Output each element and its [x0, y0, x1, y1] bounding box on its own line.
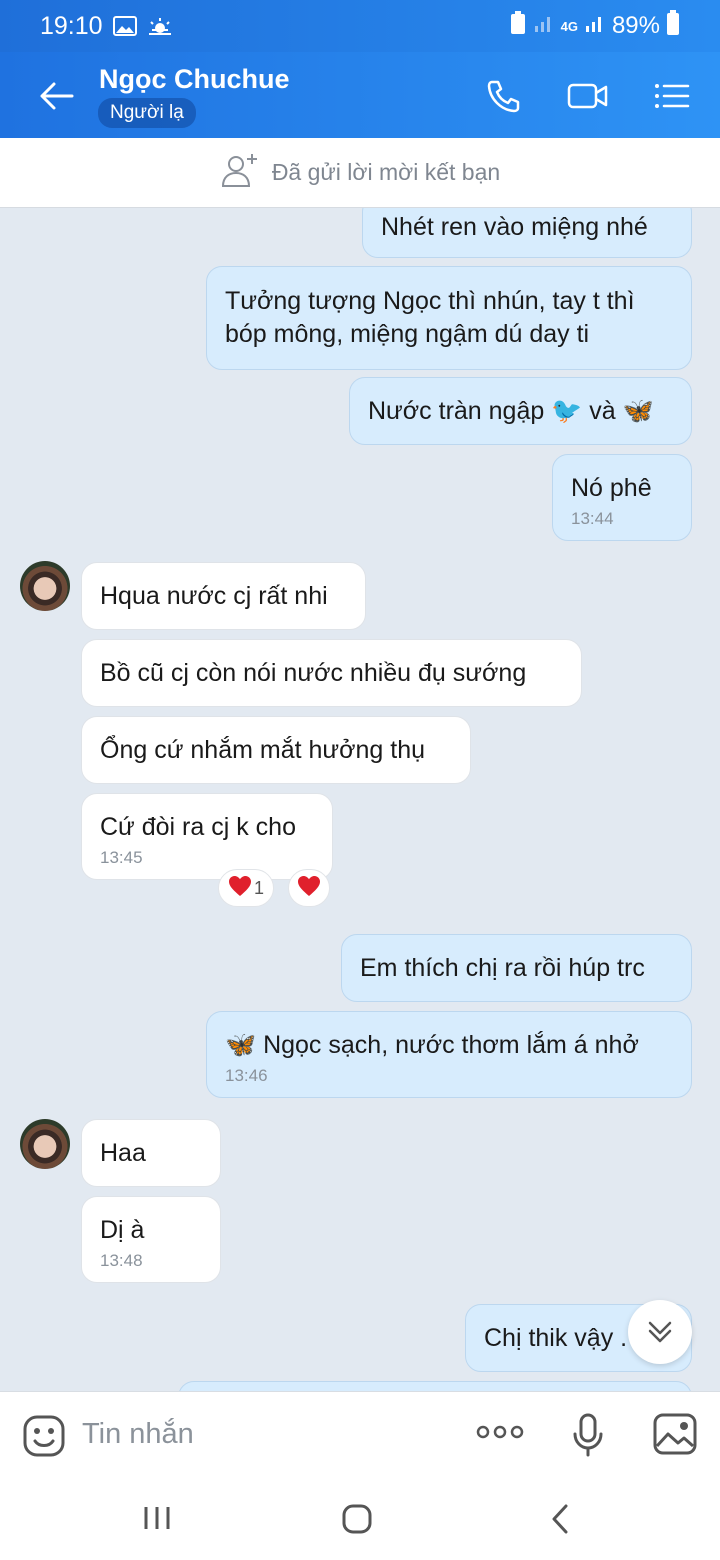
message-text: 🦋 Ngọc sạch, nước thơm lắm á nhở [225, 1031, 639, 1059]
message-text: Em thích chị ra rồi húp trc [360, 954, 645, 982]
message-bubble-sent[interactable]: 🦋 Ngọc sạch, nước thơm lắm á nhở 13:46 [206, 1011, 692, 1098]
message-text: Nước tràn ngập 🐦 và 🦋 [368, 397, 654, 425]
add-friend-icon [220, 151, 260, 195]
contact-avatar[interactable] [20, 561, 70, 611]
message-bubble-sent[interactable]: Em thích chị ra rồi húp trc [341, 934, 692, 1002]
message-text: Tưởng tượng Ngọc thì nhún, tay t thì bóp… [225, 287, 635, 348]
message-bubble-received[interactable]: Cứ đòi ra cj k cho 13:45 [81, 793, 333, 880]
reaction-number: 1 [253, 877, 264, 898]
heart-icon [297, 875, 321, 902]
video-call-icon[interactable] [566, 78, 608, 114]
clock: 19:10 [40, 11, 103, 40]
message-text: Dị à [100, 1216, 145, 1244]
back-arrow-icon[interactable] [36, 78, 76, 114]
friend-request-bar: Đã gửi lời mời kết bạn [0, 138, 720, 208]
gallery-notification-icon [112, 16, 137, 36]
message-bubble-sent-partial[interactable] [178, 1381, 692, 1391]
scroll-to-bottom-button[interactable] [628, 1300, 692, 1364]
contact-name[interactable]: Ngọc Chuchue [99, 64, 290, 95]
message-bubble-sent[interactable]: Tưởng tượng Ngọc thì nhún, tay t thì bóp… [206, 266, 692, 370]
chat-header: Ngọc Chuchue Người lạ [0, 52, 720, 138]
signal-icon [533, 12, 555, 41]
message-text: Bồ cũ cj còn nói nước nhiều đụ sướng [100, 659, 527, 687]
back-nav-icon[interactable] [548, 1503, 572, 1540]
message-timestamp: 13:45 [100, 848, 143, 867]
message-bubble-received[interactable]: Bồ cũ cj còn nói nước nhiều đụ sướng [81, 639, 582, 707]
message-timestamp: 13:48 [100, 1251, 143, 1270]
system-navigation-bar [0, 1479, 720, 1560]
message-text: Nó phê [571, 474, 652, 502]
message-bubble-received[interactable]: Hqua nước cj rất nhi [81, 562, 366, 630]
signal-icon-2 [584, 12, 606, 41]
message-text: Haa [100, 1139, 146, 1167]
message-text: Ổng cứ nhắm mắt hưởng thụ [100, 736, 426, 764]
stranger-badge: Người lạ [98, 98, 196, 128]
weather-icon [147, 16, 173, 36]
message-text: Cứ đòi ra cj k cho [100, 813, 296, 841]
friend-request-text: Đã gửi lời mời kết bạn [271, 159, 501, 185]
phone-icon[interactable] [484, 78, 524, 114]
battery-percent: 89% [611, 12, 660, 39]
message-timestamp: 13:46 [225, 1066, 268, 1085]
image-gallery-icon[interactable] [652, 1412, 698, 1461]
heart-icon [228, 875, 252, 902]
message-bubble-sent[interactable]: Nó phê 13:44 [552, 454, 692, 541]
recycle-icon [509, 10, 527, 42]
more-options-icon[interactable] [476, 1422, 524, 1447]
message-bubble-received[interactable]: Dị à 13:48 [81, 1196, 221, 1283]
message-list[interactable]: Nhét ren vào miệng nhé Tưởng tượng Ngọc … [0, 208, 720, 1391]
network-type: 4G [560, 18, 578, 34]
contact-avatar[interactable] [20, 1119, 70, 1169]
message-text: Nhét ren vào miệng nhé [381, 213, 648, 241]
message-bubble-sent[interactable]: Nhét ren vào miệng nhé [362, 208, 692, 258]
message-bubble-received[interactable]: Haa [81, 1119, 221, 1187]
microphone-icon[interactable] [572, 1412, 604, 1463]
battery-icon [666, 9, 680, 43]
status-bar: 19:10 4G 89% [0, 0, 720, 52]
message-text: Hqua nước cj rất nhi [100, 582, 328, 610]
message-bubble-received[interactable]: Ổng cứ nhắm mắt hưởng thụ [81, 716, 471, 784]
message-composer: Tin nhắn [0, 1391, 720, 1479]
menu-icon[interactable] [652, 78, 692, 114]
message-input[interactable]: Tin nhắn [82, 1418, 194, 1451]
message-bubble-sent[interactable]: Nước tràn ngập 🐦 và 🦋 [349, 377, 692, 445]
reaction-count[interactable]: 1 [218, 869, 274, 907]
recent-apps-icon[interactable] [142, 1503, 172, 1538]
sticker-icon[interactable] [22, 1414, 66, 1463]
react-button[interactable] [288, 869, 330, 907]
chevron-down-icon [645, 1315, 675, 1350]
home-icon[interactable] [341, 1503, 373, 1540]
message-timestamp: 13:44 [571, 509, 614, 528]
